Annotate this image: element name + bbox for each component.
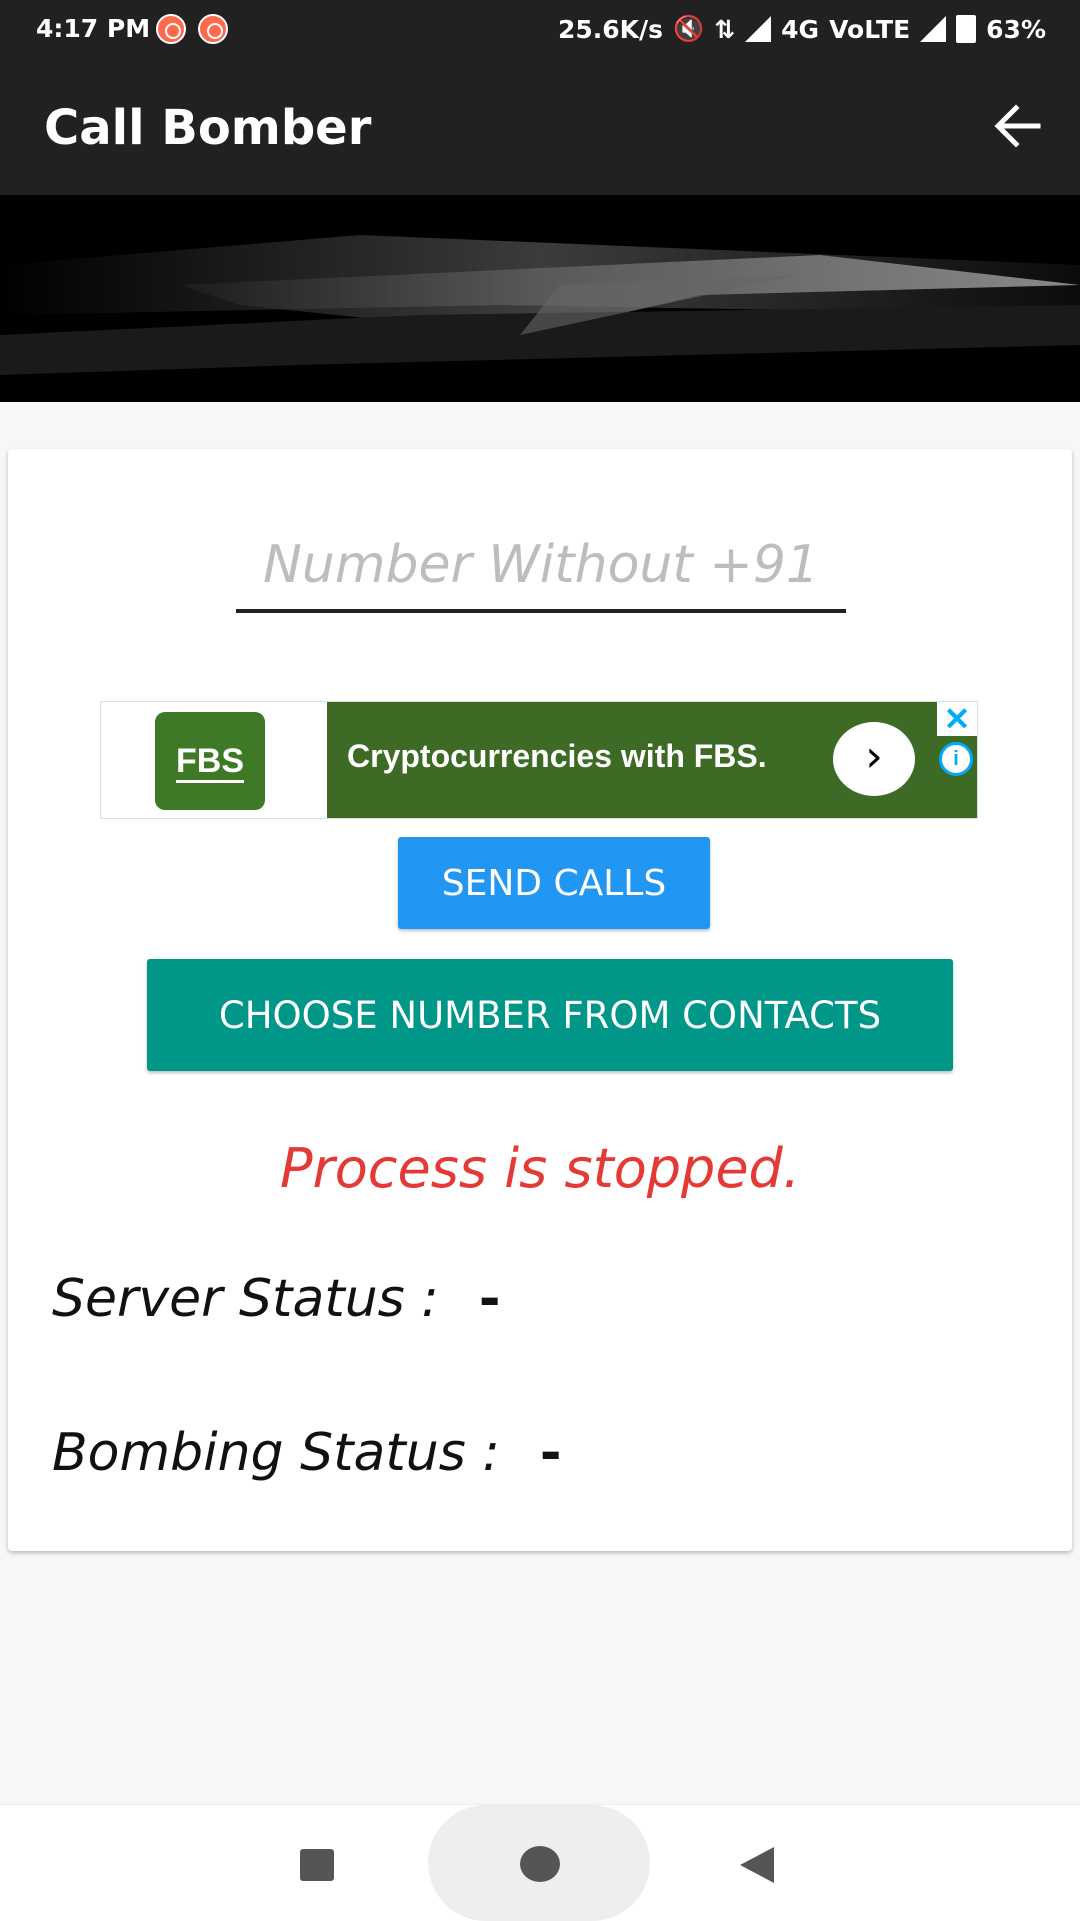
notification-icon [156,14,186,44]
network-type: 4G [781,14,820,44]
send-calls-button[interactable]: SEND CALLS [398,837,710,929]
ad-content[interactable]: Cryptocurrencies with FBS. › [327,702,977,818]
phone-number-input[interactable] [236,529,846,613]
ad-logo-text: FBS [176,742,244,783]
ad-logo: FBS [155,712,265,810]
process-status-text: Process is stopped. [279,1137,800,1200]
mute-icon: 🔇 [673,14,705,43]
signal-icon [920,16,947,42]
main-card: FBS Cryptocurrencies with FBS. › ✕ i SEN… [8,449,1072,1551]
home-icon[interactable] [520,1846,560,1882]
ad-banner[interactable]: FBS Cryptocurrencies with FBS. › ✕ i [100,701,978,819]
server-status-label: Server Status : [52,1269,439,1329]
battery-icon [956,15,977,43]
navigation-bar [0,1804,1080,1921]
chevron-right-icon[interactable]: › [833,722,915,796]
choose-contact-button[interactable]: CHOOSE NUMBER FROM CONTACTS [147,959,953,1071]
recent-apps-icon[interactable] [300,1849,334,1881]
back-arrow-icon[interactable] [988,96,1048,156]
bombing-status-row: Bombing Status :- [52,1423,561,1483]
battery-level: 63% [986,14,1046,44]
network-speed: 25.6K/s [557,14,664,44]
signal-icon [745,16,772,42]
notification-icon [198,14,228,44]
volte-label: VoLTE [829,14,911,44]
server-status-value: - [478,1269,501,1329]
server-status-row: Server Status :- [52,1269,500,1329]
app-bar: Call Bomber [0,58,1080,195]
info-icon[interactable]: i [939,742,973,776]
bombing-status-value: - [539,1423,562,1483]
ad-headline: Cryptocurrencies with FBS. [347,738,767,774]
status-time: 4:17 PM [36,14,151,43]
data-arrows-icon: ⇅ [714,14,736,44]
back-triangle-icon[interactable] [740,1847,774,1883]
status-icons: 25.6K/s 🔇 ⇅ 4G VoLTE 63% [558,14,1046,44]
bombing-status-label: Bombing Status : [52,1423,500,1483]
close-icon[interactable]: ✕ [937,702,977,736]
app-title: Call Bomber [44,100,372,156]
header-banner-image [0,195,1080,402]
status-bar: 4:17 PM 25.6K/s 🔇 ⇅ 4G VoLTE 63% [0,0,1080,58]
